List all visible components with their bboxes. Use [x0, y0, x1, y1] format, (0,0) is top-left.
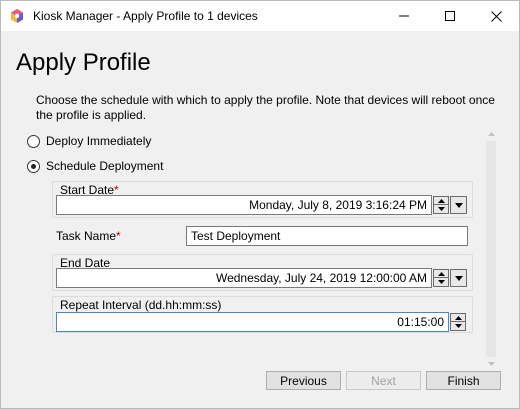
close-icon	[490, 10, 502, 22]
close-button[interactable]	[473, 1, 519, 31]
chevron-down-icon	[454, 275, 463, 281]
page-title: Apply Profile	[16, 49, 151, 76]
end-date-spinner[interactable]	[433, 269, 449, 287]
repeat-interval-spinner[interactable]	[450, 313, 466, 331]
window-title: Kiosk Manager - Apply Profile to 1 devic…	[33, 9, 258, 23]
deploy-immediately-label: Deploy Immediately	[46, 134, 152, 148]
maximize-button[interactable]	[427, 1, 473, 31]
page-description: Choose the schedule with which to apply …	[36, 93, 495, 122]
spin-down-icon[interactable]	[434, 205, 448, 213]
schedule-deployment-option[interactable]: Schedule Deployment	[27, 158, 163, 174]
required-marker: *	[116, 229, 121, 243]
scroll-up-icon[interactable]	[484, 129, 498, 139]
chevron-down-icon	[454, 202, 463, 208]
next-button[interactable]: Next	[346, 371, 421, 390]
title-bar: Kiosk Manager - Apply Profile to 1 devic…	[1, 1, 519, 31]
end-date-field[interactable]: Wednesday, July 24, 2019 12:00:00 AM	[56, 268, 432, 288]
spin-up-icon[interactable]	[451, 314, 465, 322]
finish-button[interactable]: Finish	[426, 371, 501, 390]
spin-up-icon[interactable]	[434, 197, 448, 205]
repeat-interval-field[interactable]: 01:15:00	[56, 312, 449, 332]
kiosk-manager-icon	[9, 8, 25, 24]
schedule-deployment-label: Schedule Deployment	[46, 159, 164, 173]
vertical-scrollbar[interactable]	[484, 129, 498, 369]
start-date-dropdown-button[interactable]	[450, 196, 467, 214]
previous-button[interactable]: Previous	[266, 371, 341, 390]
scroll-track[interactable]	[486, 141, 496, 357]
deploy-immediately-radio[interactable]	[27, 134, 40, 148]
start-date-spinner[interactable]	[433, 196, 449, 214]
spin-down-icon[interactable]	[434, 278, 448, 286]
minimize-icon	[399, 15, 409, 17]
repeat-interval-label: Repeat Interval (dd.hh:mm:ss)	[60, 298, 222, 312]
schedule-deployment-radio[interactable]	[27, 159, 40, 173]
spin-up-icon[interactable]	[434, 270, 448, 278]
minimize-button[interactable]	[381, 1, 427, 31]
start-date-field[interactable]: Monday, July 8, 2019 3:16:24 PM	[56, 195, 432, 215]
scroll-down-icon[interactable]	[484, 359, 498, 369]
deploy-immediately-option[interactable]: Deploy Immediately	[27, 133, 151, 149]
task-name-label: Task Name*	[56, 229, 121, 243]
end-date-dropdown-button[interactable]	[450, 269, 467, 287]
task-name-input[interactable]: Test Deployment	[186, 226, 468, 246]
spin-down-icon[interactable]	[451, 322, 465, 330]
maximize-icon	[445, 11, 455, 21]
